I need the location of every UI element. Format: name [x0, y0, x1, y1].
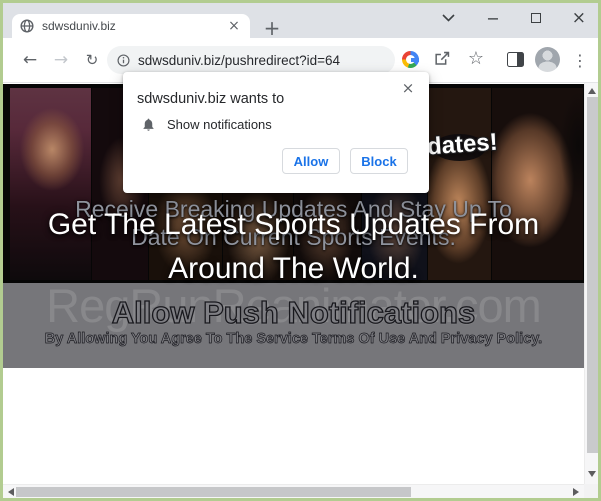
- google-search-icon[interactable]: [402, 51, 419, 68]
- headline-line1: Get The Latest Sports Updates From: [3, 203, 584, 247]
- reload-button[interactable]: ↻: [80, 48, 104, 72]
- browser-window: sdwsduniv.biz × + − × ← → ↻ sdwsduniv.bi…: [0, 0, 601, 501]
- tab-search-chevron-icon[interactable]: [442, 14, 455, 22]
- horizontal-scrollbar[interactable]: [3, 484, 584, 498]
- block-button[interactable]: Block: [350, 148, 408, 174]
- permission-label: Show notifications: [167, 117, 272, 132]
- address-bar[interactable]: sdwsduniv.biz/pushredirect?id=64: [107, 46, 395, 74]
- scrollbar-corner: [584, 484, 598, 498]
- new-tab-button[interactable]: +: [261, 17, 283, 39]
- url-text[interactable]: sdwsduniv.biz/pushredirect?id=64: [138, 53, 340, 68]
- allow-button[interactable]: Allow: [282, 148, 340, 174]
- background-caption-fragment: dates!: [426, 129, 498, 162]
- back-button[interactable]: ←: [18, 48, 42, 72]
- horizontal-scrollbar-thumb[interactable]: [16, 487, 411, 497]
- push-prompt-terms: By Allowing You Agree To The Service Ter…: [3, 331, 584, 347]
- globe-favicon-icon: [20, 19, 34, 33]
- share-icon[interactable]: [433, 49, 452, 73]
- forward-button: →: [49, 48, 73, 72]
- tab-title: sdwsduniv.biz: [42, 19, 226, 33]
- permission-row: Show notifications: [141, 116, 272, 133]
- push-prompt-title: Allow Push Notifications: [3, 295, 584, 331]
- maximize-button[interactable]: [531, 13, 541, 23]
- more-menu-icon[interactable]: ⋮: [571, 48, 589, 72]
- dialog-title: sdwsduniv.biz wants to: [137, 91, 284, 107]
- notification-permission-dialog: × sdwsduniv.biz wants to Show notificati…: [123, 72, 429, 193]
- profile-avatar[interactable]: [535, 47, 560, 72]
- browser-tab[interactable]: sdwsduniv.biz ×: [12, 14, 250, 38]
- scroll-left-arrow-icon[interactable]: [8, 488, 14, 496]
- page-info-icon[interactable]: [117, 54, 130, 67]
- tab-close-icon[interactable]: ×: [226, 18, 242, 34]
- vertical-scrollbar[interactable]: [584, 83, 598, 484]
- scroll-up-arrow-icon[interactable]: [588, 88, 596, 94]
- window-controls: − ×: [442, 5, 586, 31]
- bell-icon: [141, 116, 156, 133]
- headline-text: Get The Latest Sports Updates From Aroun…: [3, 203, 584, 291]
- scroll-right-arrow-icon[interactable]: [573, 488, 579, 496]
- bookmark-star-icon[interactable]: ☆: [465, 46, 487, 70]
- headline-line2: Around The World.: [3, 247, 584, 291]
- dialog-buttons: Allow Block: [282, 148, 408, 174]
- tab-strip: sdwsduniv.biz × + − ×: [3, 3, 598, 38]
- vertical-scrollbar-thumb[interactable]: [587, 97, 598, 453]
- minimize-button[interactable]: −: [486, 9, 499, 28]
- scroll-down-arrow-icon[interactable]: [588, 471, 596, 477]
- dialog-close-icon[interactable]: ×: [399, 79, 417, 97]
- window-close-button[interactable]: ×: [572, 8, 586, 28]
- side-panel-icon[interactable]: [507, 52, 524, 67]
